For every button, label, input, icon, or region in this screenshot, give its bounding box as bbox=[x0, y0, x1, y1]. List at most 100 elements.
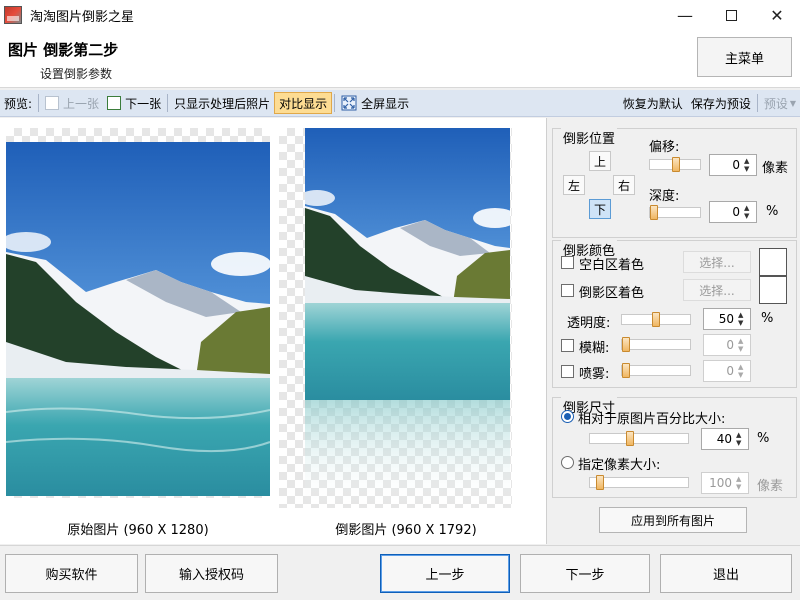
blank-area-color-label: 空白区着色 bbox=[579, 258, 645, 273]
spin-arrows-icon[interactable]: ▲ ▼ bbox=[738, 337, 748, 353]
reflection-area-color-swatch[interactable] bbox=[759, 276, 787, 304]
apply-all-button[interactable]: 应用到所有图片 bbox=[599, 507, 747, 533]
exit-button[interactable]: 退出 bbox=[660, 554, 792, 593]
dropdown-arrow-icon: ▼ bbox=[789, 98, 796, 108]
position-right-button[interactable]: 右 bbox=[613, 175, 635, 195]
spin-arrows-icon[interactable]: ▲ ▼ bbox=[736, 475, 746, 491]
position-left-button[interactable]: 左 bbox=[563, 175, 585, 195]
offset-unit: 像素 bbox=[762, 161, 789, 176]
maximize-icon bbox=[725, 9, 737, 21]
percent-slider-thumb[interactable] bbox=[626, 431, 634, 446]
spray-slider[interactable] bbox=[621, 363, 691, 378]
fullscreen-button[interactable]: 全屏显示 bbox=[337, 92, 413, 114]
preview-label: 预览: bbox=[4, 96, 33, 111]
spray-label: 喷雾: bbox=[579, 367, 610, 382]
save-preset-button[interactable]: 保存为预设 bbox=[687, 92, 755, 114]
main-menu-button[interactable]: 主菜单 bbox=[697, 37, 792, 77]
spin-arrows-icon[interactable]: ▲ ▼ bbox=[744, 157, 754, 173]
percent-slider[interactable] bbox=[589, 431, 689, 446]
prev-image-button[interactable]: 上一张 bbox=[41, 92, 103, 114]
depth-label: 深度: bbox=[649, 189, 680, 204]
step-header: 图片 倒影第二步 设置倒影参数 主菜单 bbox=[0, 30, 800, 88]
page-subtitle: 设置倒影参数 bbox=[40, 67, 113, 81]
relative-percent-label: 相对于原图片百分比大小: bbox=[578, 412, 726, 427]
blur-slider-thumb[interactable] bbox=[622, 337, 630, 352]
window-title: 淘淘图片倒影之星 bbox=[30, 9, 135, 25]
spray-slider-thumb[interactable] bbox=[622, 363, 630, 378]
position-down-button[interactable]: 下 bbox=[589, 199, 611, 219]
spin-arrows-icon[interactable]: ▲ ▼ bbox=[738, 363, 748, 379]
depth-slider-thumb[interactable] bbox=[650, 205, 658, 220]
relative-percent-radio[interactable] bbox=[561, 410, 574, 423]
blank-area-choose-button[interactable]: 选择... bbox=[683, 251, 751, 273]
transparency-unit: % bbox=[761, 311, 774, 326]
next-image-icon bbox=[107, 96, 122, 110]
offset-slider[interactable] bbox=[649, 157, 701, 172]
offset-slider-thumb[interactable] bbox=[672, 157, 680, 172]
pixel-size-label: 指定像素大小: bbox=[578, 458, 661, 473]
spray-value: 0 bbox=[726, 364, 734, 378]
preset-dropdown[interactable]: 预设 ▼ bbox=[760, 92, 800, 114]
reflection-area-choose-button[interactable]: 选择... bbox=[683, 279, 751, 301]
reflection-area-color-checkbox[interactable] bbox=[561, 284, 574, 297]
fullscreen-icon bbox=[341, 95, 357, 111]
spray-spinbox[interactable]: 0 ▲ ▼ bbox=[703, 360, 751, 382]
page-title: 图片 倒影第二步 bbox=[8, 41, 119, 59]
position-group-title: 倒影位置 bbox=[561, 128, 618, 147]
size-group: 倒影尺寸 相对于原图片百分比大小: 40 ▲ ▼ % 指定像素大小: 100 ▲ ▼… bbox=[552, 397, 797, 498]
position-up-button[interactable]: 上 bbox=[589, 151, 611, 171]
blank-area-color-swatch[interactable] bbox=[759, 248, 787, 276]
pixel-value: 100 bbox=[709, 476, 732, 490]
transparency-value: 50 bbox=[718, 312, 734, 326]
pixel-spinbox[interactable]: 100 ▲ ▼ bbox=[701, 472, 749, 494]
offset-spinbox[interactable]: 0 ▲ ▼ bbox=[709, 154, 757, 176]
next-step-button[interactable]: 下一步 bbox=[520, 554, 650, 593]
original-image-caption: 原始图片 (960 X 1280) bbox=[67, 523, 209, 538]
preset-label: 预设 bbox=[763, 96, 788, 111]
prev-image-icon bbox=[45, 96, 60, 110]
blur-slider[interactable] bbox=[621, 337, 691, 352]
percent-value: 40 bbox=[716, 432, 732, 446]
close-icon: ✕ bbox=[770, 5, 784, 25]
compare-view-button[interactable]: 对比显示 bbox=[274, 92, 333, 114]
buy-software-button[interactable]: 购买软件 bbox=[5, 554, 138, 593]
minimize-button[interactable]: — bbox=[662, 0, 708, 30]
prev-step-button[interactable]: 上一步 bbox=[380, 554, 510, 593]
next-image-button[interactable]: 下一张 bbox=[103, 92, 165, 114]
close-button[interactable]: ✕ bbox=[754, 0, 800, 30]
offset-label: 偏移: bbox=[649, 140, 680, 155]
settings-panel: 倒影位置 上 左 右 下 偏移: 0 ▲ ▼ 像素 深度: 0 ▲ ▼ % 倒影颜色… bbox=[548, 118, 800, 544]
blur-spinbox[interactable]: 0 ▲ ▼ bbox=[703, 334, 751, 356]
transparency-slider[interactable] bbox=[621, 312, 691, 327]
reflected-image-caption: 倒影图片 (960 X 1792) bbox=[335, 523, 477, 538]
percent-unit: % bbox=[757, 431, 770, 446]
spin-arrows-icon[interactable]: ▲ ▼ bbox=[736, 431, 746, 447]
preview-toolbar: 预览: 上一张 下一张 只显示处理后照片 对比显示 全屏显示 恢复为默认 保存为… bbox=[0, 90, 800, 117]
percent-spinbox[interactable]: 40 ▲ ▼ bbox=[701, 428, 749, 450]
fullscreen-label: 全屏显示 bbox=[361, 96, 410, 111]
pixel-slider[interactable] bbox=[589, 475, 689, 490]
depth-slider[interactable] bbox=[649, 205, 701, 220]
next-image-label: 下一张 bbox=[125, 96, 162, 111]
color-group: 倒影颜色 空白区着色 选择... 倒影区着色 选择... 透明度: 50 ▲ ▼ … bbox=[552, 240, 797, 388]
spray-checkbox[interactable] bbox=[561, 365, 574, 378]
pixel-size-radio[interactable] bbox=[561, 456, 574, 469]
depth-value: 0 bbox=[732, 205, 740, 219]
pixel-slider-thumb[interactable] bbox=[596, 475, 604, 490]
restore-default-button[interactable]: 恢复为默认 bbox=[619, 92, 687, 114]
blank-area-color-checkbox[interactable] bbox=[561, 256, 574, 269]
transparency-slider-thumb[interactable] bbox=[652, 312, 660, 327]
blur-label: 模糊: bbox=[579, 341, 610, 356]
transparency-spinbox[interactable]: 50 ▲ ▼ bbox=[703, 308, 751, 330]
spin-arrows-icon[interactable]: ▲ ▼ bbox=[744, 204, 754, 220]
app-logo-icon bbox=[4, 6, 22, 24]
spin-arrows-icon[interactable]: ▲ ▼ bbox=[738, 311, 748, 327]
enter-license-button[interactable]: 输入授权码 bbox=[145, 554, 278, 593]
bottom-bar: 购买软件 输入授权码 上一步 下一步 退出 bbox=[0, 545, 800, 600]
blur-checkbox[interactable] bbox=[561, 339, 574, 352]
show-processed-only-button[interactable]: 只显示处理后照片 bbox=[170, 92, 274, 114]
minimize-icon: — bbox=[677, 5, 693, 25]
depth-unit: % bbox=[766, 204, 779, 219]
maximize-button[interactable] bbox=[708, 0, 754, 30]
depth-spinbox[interactable]: 0 ▲ ▼ bbox=[709, 201, 757, 223]
